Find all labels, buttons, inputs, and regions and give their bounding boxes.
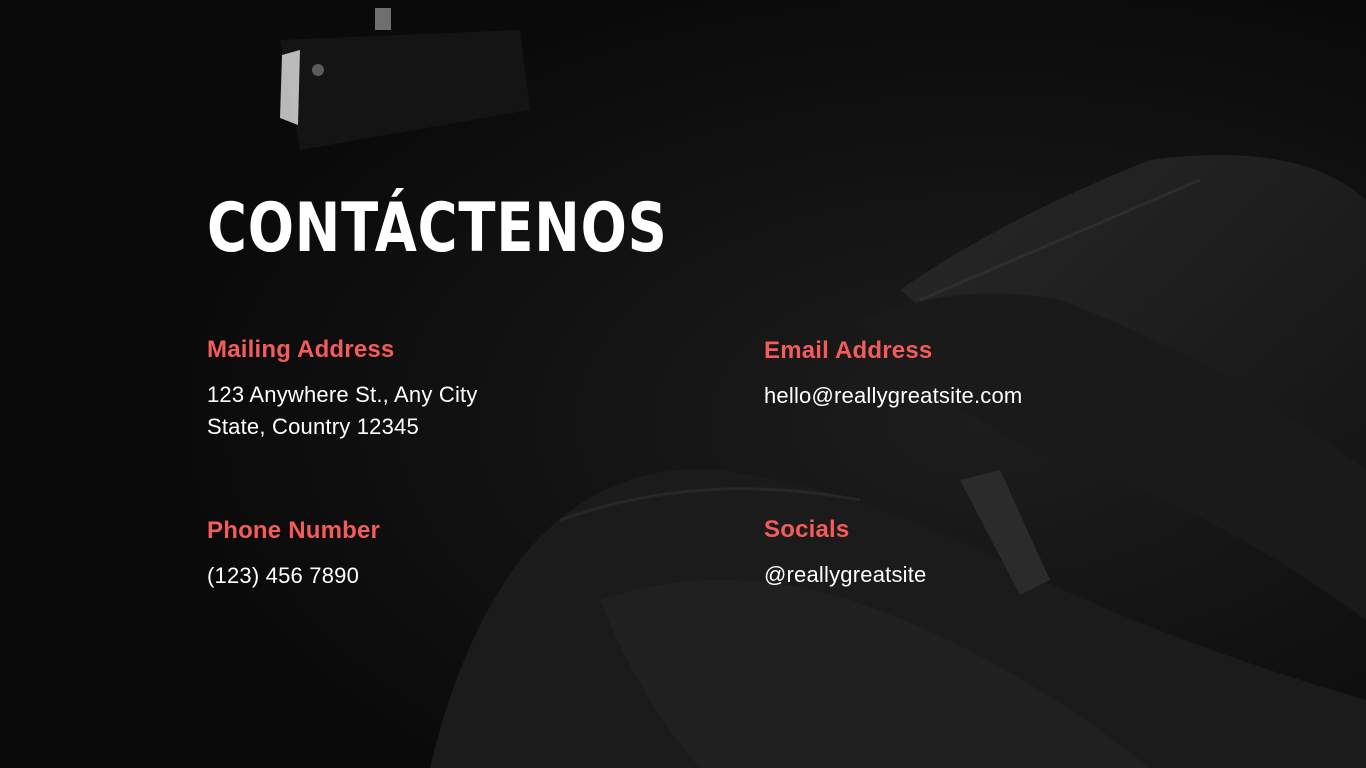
mailing-address-label: Mailing Address: [207, 336, 395, 363]
mailing-address-line1: 123 Anywhere St., Any City: [207, 382, 478, 407]
mailing-address-line2: State, Country 12345: [207, 414, 419, 439]
phone-number-block: Phone Number (123) 456 7890: [207, 516, 380, 592]
socials-block: Socials @reallygreatsite: [764, 515, 927, 591]
contact-slide: CONTÁCTENOS Mailing Address 123 Anywhere…: [0, 0, 1366, 768]
socials-label: Socials: [764, 516, 850, 543]
mailing-address-value: 123 Anywhere St., Any City State, Countr…: [207, 379, 478, 443]
phone-number-value[interactable]: (123) 456 7890: [207, 560, 380, 592]
phone-number-label: Phone Number: [207, 517, 381, 544]
socials-value[interactable]: @reallygreatsite: [764, 559, 927, 591]
mailing-address-block: Mailing Address 123 Anywhere St., Any Ci…: [207, 335, 478, 443]
background-photo: [0, 0, 1366, 768]
email-address-label: Email Address: [764, 337, 933, 364]
page-title: CONTÁCTENOS: [207, 189, 668, 268]
email-address-value[interactable]: hello@reallygreatsite.com: [764, 380, 1022, 412]
email-address-block: Email Address hello@reallygreatsite.com: [764, 336, 1022, 412]
